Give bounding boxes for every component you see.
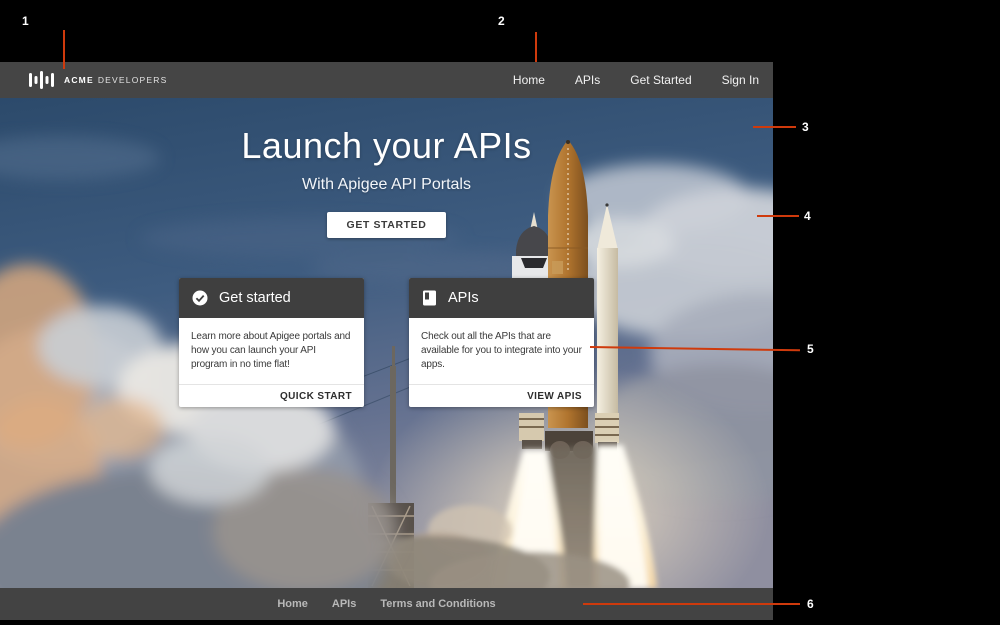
site-header: ACME DEVELOPERS Home APIs Get Started Sig…: [0, 62, 773, 98]
developer-portal-page: ACME DEVELOPERS Home APIs Get Started Sig…: [0, 62, 773, 620]
nav-item-home[interactable]: Home: [513, 73, 545, 87]
callout-2-line: [535, 32, 537, 62]
hero-section: Launch your APIs With Apigee API Portals…: [0, 98, 773, 588]
card-get-started: Get started Learn more about Apigee port…: [179, 278, 364, 407]
hero-subtitle: With Apigee API Portals: [302, 174, 471, 196]
callout-4-label: 4: [804, 209, 811, 223]
quick-start-link[interactable]: QUICK START: [280, 391, 352, 402]
card-footer: VIEW APIS: [409, 384, 594, 407]
footer-link-apis[interactable]: APIs: [332, 598, 356, 610]
card-body-text: Check out all the APIs that are availabl…: [409, 318, 594, 384]
callout-1-label: 1: [22, 14, 29, 28]
callout-4-line: [757, 215, 799, 217]
nav-item-sign-in[interactable]: Sign In: [722, 73, 759, 87]
callout-6-line: [583, 603, 800, 605]
callout-2-label: 2: [498, 14, 505, 28]
callout-1-line: [63, 30, 65, 69]
card-footer: QUICK START: [179, 384, 364, 407]
card-title: APIs: [448, 290, 479, 306]
callout-3-line: [753, 126, 796, 128]
hero-title: Launch your APIs: [241, 124, 531, 168]
brand-logo[interactable]: ACME DEVELOPERS: [28, 70, 167, 90]
footer-link-terms[interactable]: Terms and Conditions: [380, 598, 495, 610]
equalizer-bars-logo-icon: [28, 70, 54, 90]
brand-name-bold: ACME: [64, 75, 94, 85]
nav-item-apis[interactable]: APIs: [575, 73, 600, 87]
card-get-started-header: Get started: [179, 278, 364, 318]
hero-content: Launch your APIs With Apigee API Portals…: [0, 98, 773, 588]
screenshot-stage: ACME DEVELOPERS Home APIs Get Started Sig…: [0, 0, 1000, 625]
book-icon: [422, 290, 437, 306]
callout-5-label: 5: [807, 342, 814, 356]
check-circle-icon: [192, 290, 208, 306]
view-apis-link[interactable]: VIEW APIS: [527, 391, 582, 402]
callout-3-label: 3: [802, 120, 809, 134]
card-apis: APIs Check out all the APIs that are ava…: [409, 278, 594, 407]
brand-name: ACME DEVELOPERS: [64, 75, 167, 85]
footer-link-home[interactable]: Home: [277, 598, 308, 610]
main-nav: Home APIs Get Started Sign In: [513, 73, 759, 87]
card-apis-header: APIs: [409, 278, 594, 318]
card-title: Get started: [219, 290, 291, 306]
card-body-text: Learn more about Apigee portals and how …: [179, 318, 364, 384]
feature-cards: Get started Learn more about Apigee port…: [179, 278, 594, 407]
brand-name-light: DEVELOPERS: [98, 75, 168, 85]
nav-item-get-started[interactable]: Get Started: [630, 73, 691, 87]
get-started-button[interactable]: GET STARTED: [327, 212, 447, 238]
callout-6-label: 6: [807, 597, 814, 611]
